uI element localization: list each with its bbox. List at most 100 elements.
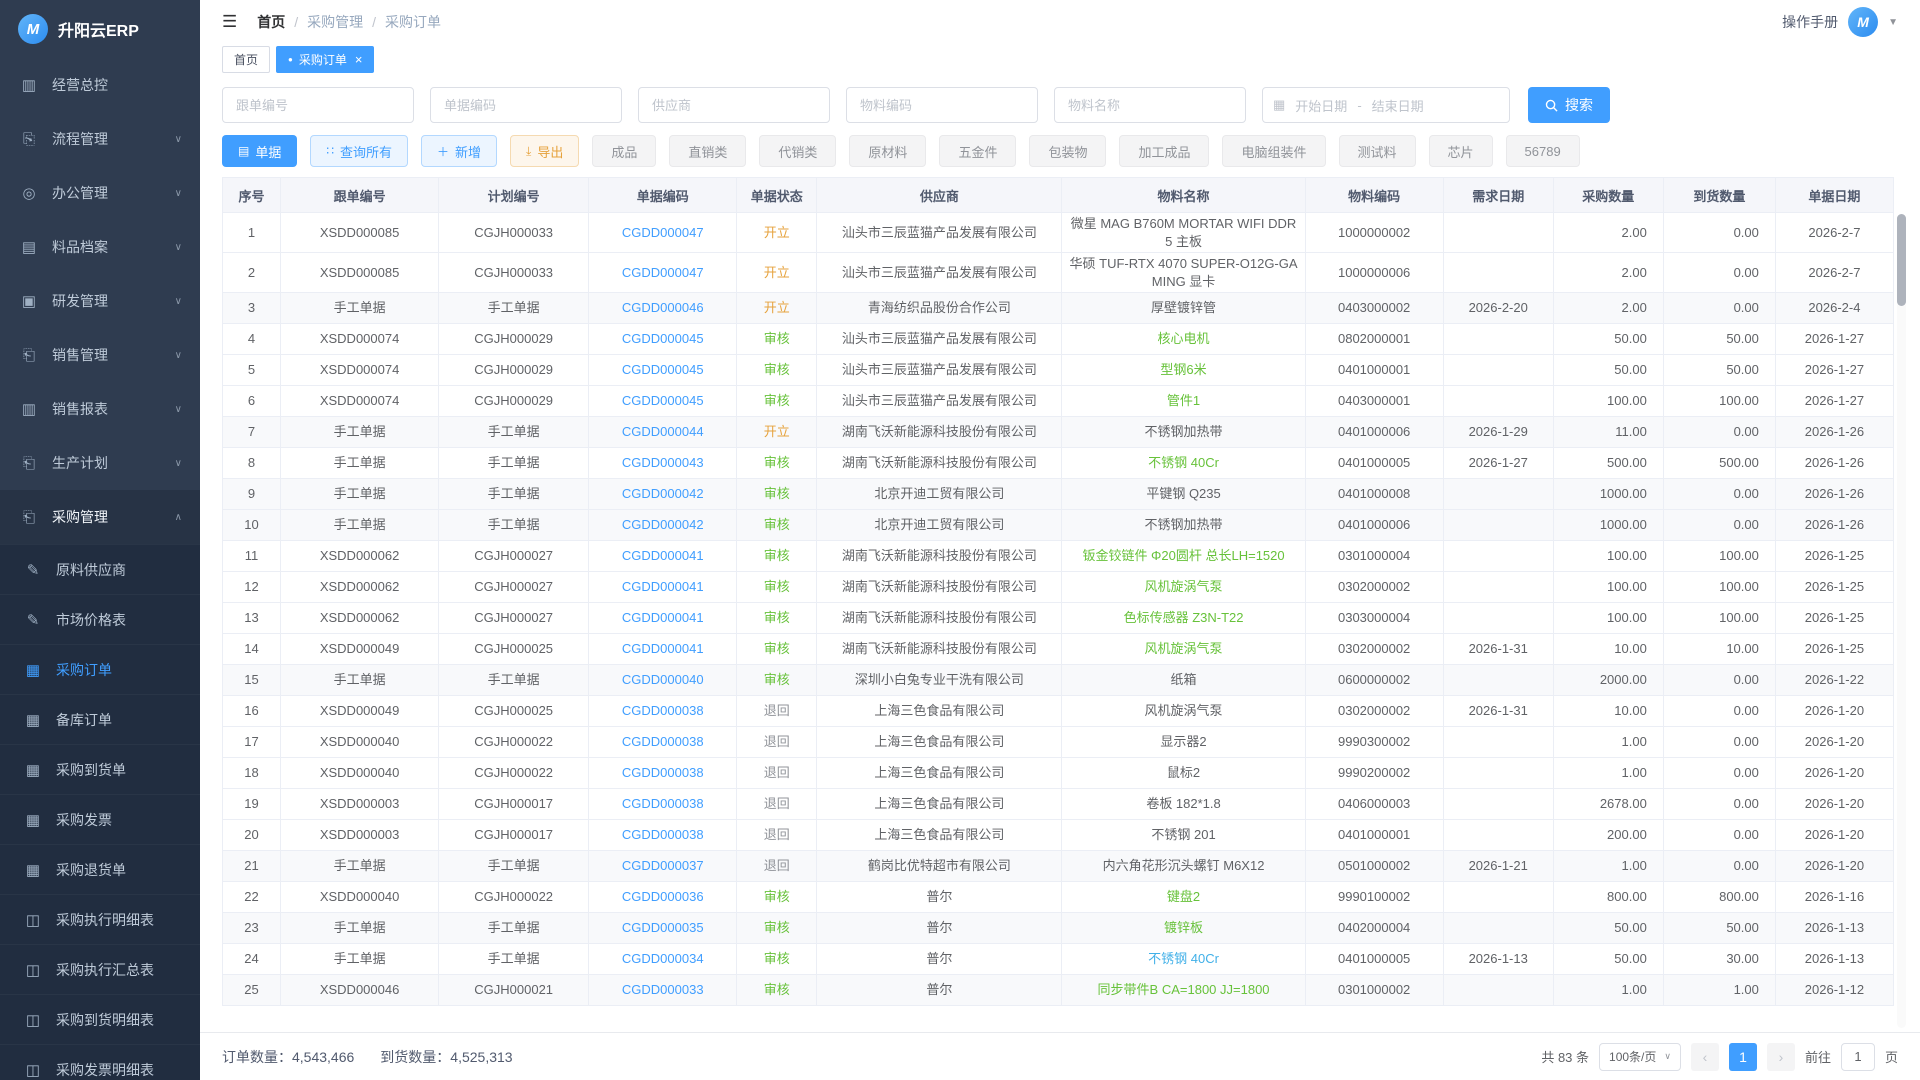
category-button-测试料[interactable]: 测试料 — [1339, 135, 1416, 167]
doc-code-link[interactable]: CGDD000044 — [589, 417, 737, 448]
prev-page-button[interactable]: ‹ — [1691, 1043, 1719, 1071]
doc-code-link[interactable]: CGDD000038 — [589, 820, 737, 851]
doc-code-link[interactable]: CGDD000037 — [589, 851, 737, 882]
table-row[interactable]: 8手工单据手工单据CGDD000043审核湖南飞沃新能源科技股份有限公司不锈钢 … — [223, 448, 1894, 479]
sidebar-item-原料供应商[interactable]: ✎原料供应商 — [0, 544, 200, 594]
table-row[interactable]: 20XSDD000003CGJH000017CGDD000038退回上海三色食品… — [223, 820, 1894, 851]
manual-link[interactable]: 操作手册 — [1782, 12, 1838, 32]
sidebar-item-生产计划[interactable]: ⎗生产计划∨ — [0, 436, 200, 490]
sidebar-item-研发管理[interactable]: ▣研发管理∨ — [0, 274, 200, 328]
page-size-select[interactable]: 100条/页 ∨ — [1599, 1043, 1681, 1071]
table-row[interactable]: 9手工单据手工单据CGDD000042审核北京开迪工贸有限公司平键钢 Q2350… — [223, 479, 1894, 510]
tab-采购订单[interactable]: ●采购订单× — [276, 46, 374, 73]
table-row[interactable]: 3手工单据手工单据CGDD000046开立青海纺织品股份合作公司厚壁镀锌管040… — [223, 293, 1894, 324]
sidebar-item-销售报表[interactable]: ▥销售报表∨ — [0, 382, 200, 436]
search-button[interactable]: 搜索 — [1528, 87, 1610, 123]
sidebar-item-采购管理[interactable]: ⎗采购管理∧ — [0, 490, 200, 544]
table-row[interactable]: 24手工单据手工单据CGDD000034审核普尔不锈钢 40Cr04010000… — [223, 944, 1894, 975]
sidebar-item-销售管理[interactable]: ⎗销售管理∨ — [0, 328, 200, 382]
table-row[interactable]: 5XSDD000074CGJH000029CGDD000045审核汕头市三辰蓝猫… — [223, 355, 1894, 386]
sidebar-item-料品档案[interactable]: ▤料品档案∨ — [0, 220, 200, 274]
doc-code-link[interactable]: CGDD000038 — [589, 696, 737, 727]
table-row[interactable]: 15手工单据手工单据CGDD000040审核深圳小白兔专业干洗有限公司纸箱060… — [223, 665, 1894, 696]
table-row[interactable]: 17XSDD000040CGJH000022CGDD000038退回上海三色食品… — [223, 727, 1894, 758]
doc-code-link[interactable]: CGDD000041 — [589, 634, 737, 665]
goto-page-input[interactable] — [1841, 1043, 1875, 1071]
单据-button[interactable]: ▤单据 — [222, 135, 297, 167]
tab-首页[interactable]: 首页 — [222, 46, 270, 73]
table-row[interactable]: 21手工单据手工单据CGDD000037退回鹤岗比优特超市有限公司内六角花形沉头… — [223, 851, 1894, 882]
filter-input-供应商[interactable] — [638, 87, 830, 123]
table-row[interactable]: 14XSDD000049CGJH000025CGDD000041审核湖南飞沃新能… — [223, 634, 1894, 665]
table-row[interactable]: 11XSDD000062CGJH000027CGDD000041审核湖南飞沃新能… — [223, 541, 1894, 572]
table-row[interactable]: 10手工单据手工单据CGDD000042审核北京开迪工贸有限公司不锈钢加热带04… — [223, 510, 1894, 541]
doc-code-link[interactable]: CGDD000038 — [589, 789, 737, 820]
sidebar-item-流程管理[interactable]: ⎘流程管理∨ — [0, 112, 200, 166]
table-row[interactable]: 12XSDD000062CGJH000027CGDD000041审核湖南飞沃新能… — [223, 572, 1894, 603]
category-button-包装物[interactable]: 包装物 — [1029, 135, 1106, 167]
filter-input-跟单编号[interactable] — [222, 87, 414, 123]
doc-code-link[interactable]: CGDD000033 — [589, 975, 737, 1006]
sidebar-item-经营总控[interactable]: ▥经营总控 — [0, 58, 200, 112]
doc-code-link[interactable]: CGDD000045 — [589, 386, 737, 417]
scrollbar-thumb[interactable] — [1897, 214, 1906, 306]
category-button-五金件[interactable]: 五金件 — [939, 135, 1016, 167]
category-button-加工成品[interactable]: 加工成品 — [1119, 135, 1209, 167]
current-page-button[interactable]: 1 — [1729, 1043, 1757, 1071]
doc-code-link[interactable]: CGDD000041 — [589, 541, 737, 572]
table-row[interactable]: 2XSDD000085CGJH000033CGDD000047开立汕头市三辰蓝猫… — [223, 253, 1894, 293]
category-button-成品[interactable]: 成品 — [592, 135, 656, 167]
导出-button[interactable]: ⤓导出 — [510, 135, 579, 167]
collapse-menu-icon[interactable]: ☰ — [222, 12, 237, 32]
breadcrumb-item[interactable]: 采购管理 — [307, 12, 363, 32]
table-row[interactable]: 23手工单据手工单据CGDD000035审核普尔镀锌板040200000450.… — [223, 913, 1894, 944]
table-row[interactable]: 25XSDD000046CGJH000021CGDD000033审核普尔同步带件… — [223, 975, 1894, 1006]
sidebar-item-采购订单[interactable]: ▦采购订单 — [0, 644, 200, 694]
sidebar-item-采购发票明细表[interactable]: ◫采购发票明细表 — [0, 1044, 200, 1080]
filter-input-物料编码[interactable] — [846, 87, 1038, 123]
sidebar-item-采购到货单[interactable]: ▦采购到货单 — [0, 744, 200, 794]
close-icon[interactable]: × — [355, 52, 363, 67]
doc-code-link[interactable]: CGDD000036 — [589, 882, 737, 913]
category-button-原材料[interactable]: 原材料 — [849, 135, 926, 167]
sidebar-item-采购退货单[interactable]: ▦采购退货单 — [0, 844, 200, 894]
filter-input-单据编码[interactable] — [430, 87, 622, 123]
sidebar-item-市场价格表[interactable]: ✎市场价格表 — [0, 594, 200, 644]
doc-code-link[interactable]: CGDD000038 — [589, 758, 737, 789]
doc-code-link[interactable]: CGDD000046 — [589, 293, 737, 324]
table-row[interactable]: 7手工单据手工单据CGDD000044开立湖南飞沃新能源科技股份有限公司不锈钢加… — [223, 417, 1894, 448]
category-button-直销类[interactable]: 直销类 — [669, 135, 746, 167]
sidebar-item-采购执行明细表[interactable]: ◫采购执行明细表 — [0, 894, 200, 944]
查询所有-button[interactable]: ∷查询所有 — [310, 135, 408, 167]
doc-code-link[interactable]: CGDD000043 — [589, 448, 737, 479]
sidebar-item-采购执行汇总表[interactable]: ◫采购执行汇总表 — [0, 944, 200, 994]
breadcrumb-item[interactable]: 首页 — [257, 12, 285, 32]
table-row[interactable]: 19XSDD000003CGJH000017CGDD000038退回上海三色食品… — [223, 789, 1894, 820]
next-page-button[interactable]: › — [1767, 1043, 1795, 1071]
doc-code-link[interactable]: CGDD000038 — [589, 727, 737, 758]
doc-code-link[interactable]: CGDD000035 — [589, 913, 737, 944]
sidebar-item-备库订单[interactable]: ▦备库订单 — [0, 694, 200, 744]
sidebar-item-采购发票[interactable]: ▦采购发票 — [0, 794, 200, 844]
category-button-芯片[interactable]: 芯片 — [1429, 135, 1493, 167]
table-row[interactable]: 6XSDD000074CGJH000029CGDD000045审核汕头市三辰蓝猫… — [223, 386, 1894, 417]
doc-code-link[interactable]: CGDD000047 — [589, 253, 737, 293]
category-button-56789[interactable]: 56789 — [1506, 135, 1580, 167]
table-row[interactable]: 16XSDD000049CGJH000025CGDD000038退回上海三色食品… — [223, 696, 1894, 727]
doc-code-link[interactable]: CGDD000047 — [589, 213, 737, 253]
date-range-picker[interactable]: ▦ 开始日期 - 结束日期 — [1262, 87, 1510, 123]
filter-input-物料名称[interactable] — [1054, 87, 1246, 123]
新增-button[interactable]: ＋新增 — [421, 135, 497, 167]
doc-code-link[interactable]: CGDD000040 — [589, 665, 737, 696]
doc-code-link[interactable]: CGDD000045 — [589, 355, 737, 386]
table-row[interactable]: 18XSDD000040CGJH000022CGDD000038退回上海三色食品… — [223, 758, 1894, 789]
avatar[interactable]: M — [1848, 7, 1878, 37]
table-row[interactable]: 22XSDD000040CGJH000022CGDD000036审核普尔键盘29… — [223, 882, 1894, 913]
table-row[interactable]: 4XSDD000074CGJH000029CGDD000045审核汕头市三辰蓝猫… — [223, 324, 1894, 355]
doc-code-link[interactable]: CGDD000042 — [589, 479, 737, 510]
sidebar-item-办公管理[interactable]: ◎办公管理∨ — [0, 166, 200, 220]
doc-code-link[interactable]: CGDD000041 — [589, 603, 737, 634]
table-scrollbar[interactable] — [1897, 214, 1906, 1028]
table-row[interactable]: 13XSDD000062CGJH000027CGDD000041审核湖南飞沃新能… — [223, 603, 1894, 634]
category-button-电脑组装件[interactable]: 电脑组装件 — [1222, 135, 1325, 167]
